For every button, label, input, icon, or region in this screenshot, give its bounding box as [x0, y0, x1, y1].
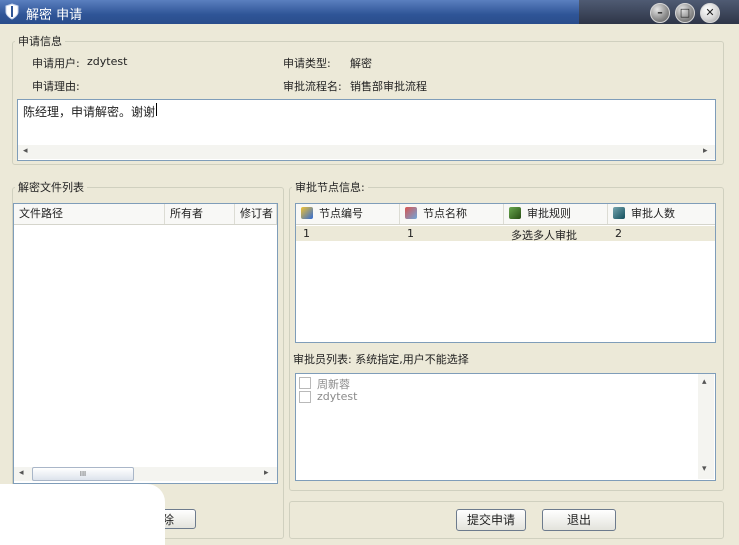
exit-button[interactable]: 退出	[542, 509, 616, 531]
reason-textarea[interactable]: 陈经理，申请解密。谢谢 ◂ ▸	[17, 99, 716, 161]
file-list-header: 文件路径 所有者 修订者	[14, 204, 277, 225]
approver-list[interactable]: 周新蓉 zdytest ▴ ▾	[295, 373, 716, 481]
reason-text: 陈经理，申请解密。谢谢	[23, 105, 156, 119]
approver-checkbox[interactable]	[299, 391, 311, 403]
close-icon: ✕	[705, 6, 715, 19]
minimize-button[interactable]: –	[650, 3, 670, 23]
row-approver-count: 2	[615, 227, 622, 240]
approver-checkbox[interactable]	[299, 377, 311, 389]
scroll-left-icon[interactable]: ◂	[19, 468, 24, 478]
maximize-button[interactable]: □	[675, 3, 695, 23]
col-node-id-label: 节点编号	[319, 207, 363, 220]
file-list-hscrollbar[interactable]: ◂ III ▸	[14, 467, 277, 481]
flow-label: 审批流程名:	[283, 80, 342, 93]
submit-button[interactable]: 提交申请	[456, 509, 526, 531]
col-node-id[interactable]: 节点编号	[296, 204, 400, 224]
user-value: zdytest	[87, 55, 128, 68]
node-name-icon	[405, 207, 417, 219]
type-label: 申请类型:	[283, 57, 331, 70]
dialog-window: 解密 申请 – □ ✕ 申请信息 申请用户: zdytest 申请类型: 解密 …	[0, 0, 739, 545]
flow-value: 销售部审批流程	[350, 80, 427, 93]
request-info-legend: 申请信息	[18, 35, 62, 48]
file-list-legend: 解密文件列表	[18, 181, 84, 194]
approver-vscrollbar[interactable]: ▴ ▾	[698, 374, 714, 479]
maximize-icon: □	[679, 6, 691, 19]
type-value: 解密	[350, 57, 372, 70]
approver-count-icon	[613, 207, 625, 219]
col-approval-rule[interactable]: 审批规则	[504, 204, 608, 224]
reason-label: 申请理由:	[32, 80, 80, 93]
file-list-table[interactable]: 文件路径 所有者 修订者 ◂ III ▸	[13, 203, 278, 484]
list-item[interactable]: zdytest	[299, 390, 499, 404]
approval-node-legend: 审批节点信息:	[295, 181, 365, 194]
list-item[interactable]: 周新蓉	[299, 376, 499, 391]
node-id-icon	[301, 207, 313, 219]
col-approver-count[interactable]: 审批人数	[608, 204, 715, 224]
reason-hscrollbar[interactable]: ◂ ▸	[18, 145, 715, 159]
user-label: 申请用户:	[32, 57, 80, 70]
col-approver-count-label: 审批人数	[631, 207, 675, 220]
approval-rule-icon	[509, 207, 521, 219]
close-button[interactable]: ✕	[700, 3, 720, 23]
col-reviser[interactable]: 修订者	[235, 204, 277, 224]
table-row[interactable]: 1 1 多选多人审批 2	[296, 226, 715, 242]
col-owner[interactable]: 所有者	[165, 204, 235, 224]
scroll-right-icon[interactable]: ▸	[264, 468, 269, 478]
row-approval-rule: 多选多人审批	[511, 229, 577, 242]
app-shield-icon	[5, 3, 19, 20]
approver-list-label: 审批员列表: 系统指定,用户不能选择	[293, 353, 469, 366]
scroll-right-icon[interactable]: ▸	[703, 146, 708, 156]
row-node-id: 1	[303, 227, 310, 240]
col-node-name-label: 节点名称	[423, 207, 467, 220]
approval-node-header: 节点编号 节点名称 审批规则 审批人数	[296, 204, 715, 225]
minimize-icon: –	[657, 6, 663, 19]
window-title: 解密 申请	[26, 8, 83, 23]
scroll-down-icon[interactable]: ▾	[702, 464, 707, 474]
approver-name: zdytest	[317, 390, 358, 403]
col-file-path[interactable]: 文件路径	[14, 204, 165, 224]
scroll-thumb[interactable]: III	[32, 467, 134, 481]
title-bar: 解密 申请 – □ ✕	[0, 0, 739, 24]
scroll-left-icon[interactable]: ◂	[23, 146, 28, 156]
row-node-name: 1	[407, 227, 414, 240]
col-node-name[interactable]: 节点名称	[400, 204, 504, 224]
col-approval-rule-label: 审批规则	[527, 207, 571, 220]
scroll-up-icon[interactable]: ▴	[702, 377, 707, 387]
occlusion-overlay	[0, 484, 165, 545]
text-cursor	[156, 103, 157, 116]
approval-node-table[interactable]: 节点编号 节点名称 审批规则 审批人数 1 1 多选多人审批 2	[295, 203, 716, 343]
